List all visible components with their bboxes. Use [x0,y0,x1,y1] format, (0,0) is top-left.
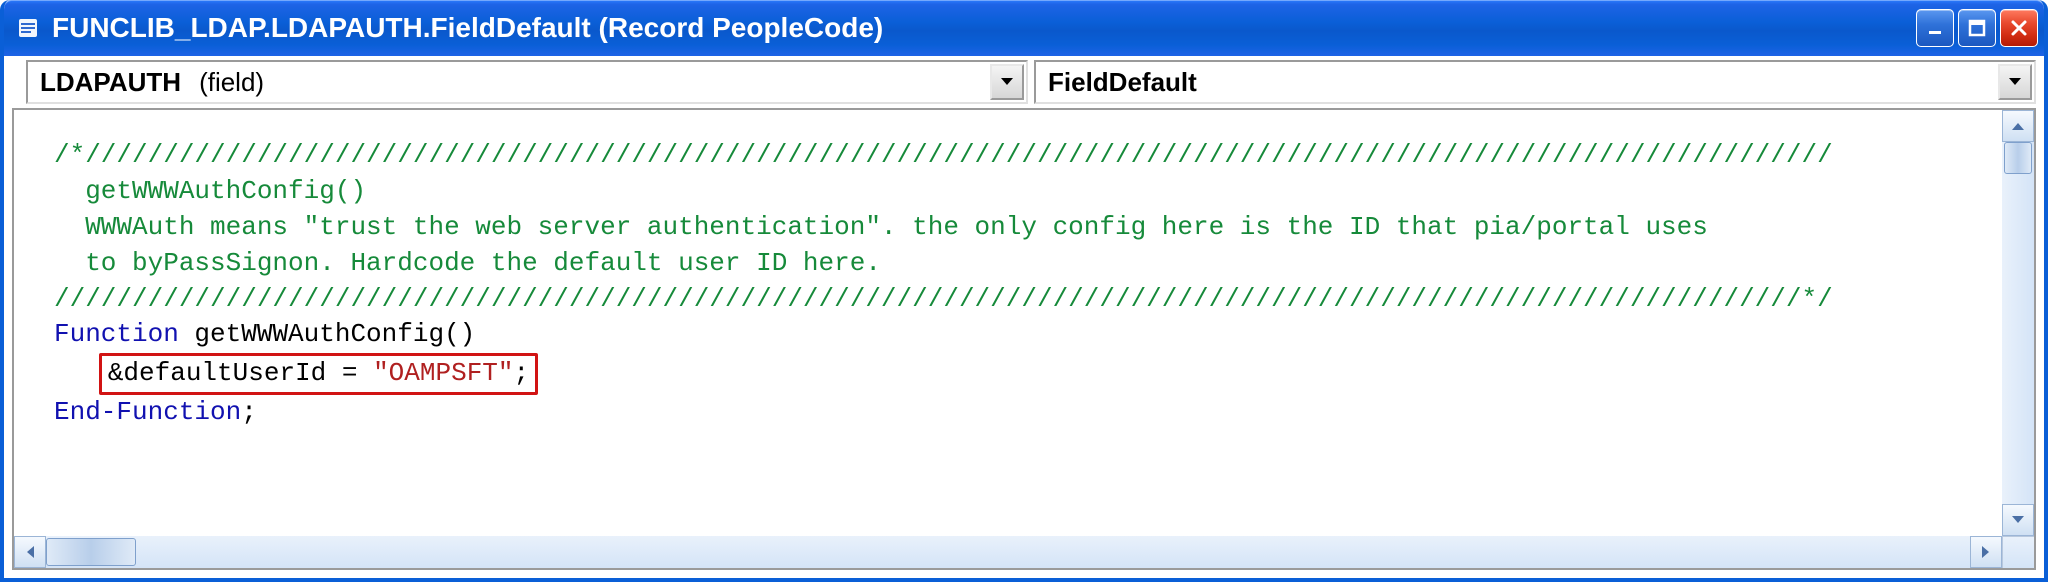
code-area[interactable]: /*//////////////////////////////////////… [14,110,2002,536]
titlebar[interactable]: FUNCLIB_LDAP.LDAPAUTH.FieldDefault (Reco… [4,0,2044,56]
app-icon [14,14,42,42]
dropdown-row: LDAPAUTH (field) FieldDefault [4,56,2044,108]
field-dropdown-sub: (field) [199,67,264,98]
code-string: "OAMPSFT" [373,358,513,388]
vertical-scroll-thumb[interactable] [2004,142,2032,174]
code-comment: WWWAuth means "trust the web server auth… [54,212,1708,242]
chevron-down-icon [2011,515,2025,525]
window-buttons [1916,9,2038,47]
chevron-left-icon [25,545,35,559]
code-keyword: Function [54,319,179,349]
event-dropdown[interactable]: FieldDefault [1034,60,2036,104]
field-dropdown-value: LDAPAUTH [40,67,181,98]
close-button[interactable] [2000,9,2038,47]
chevron-up-icon [2011,121,2025,131]
code-identifier: getWWWAuthConfig() [179,319,475,349]
scrollbar-corner [2002,536,2034,568]
event-dropdown-value: FieldDefault [1048,67,1197,98]
field-dropdown-button[interactable] [990,64,1024,100]
vertical-scroll-track[interactable] [2002,142,2034,504]
code-comment: getWWWAuthConfig() [54,176,366,206]
horizontal-scroll-thumb[interactable] [46,538,136,566]
horizontal-scrollbar[interactable] [14,536,2002,568]
event-dropdown-button[interactable] [1998,64,2032,100]
code-comment: to byPassSignon. Hardcode the default us… [54,248,881,278]
horizontal-scroll-track[interactable] [46,536,1970,568]
code-comment: /*//////////////////////////////////////… [54,140,1833,170]
code-operator: = [342,358,373,388]
chevron-down-icon [2008,77,2022,87]
scroll-up-button[interactable] [2002,110,2034,142]
scroll-left-button[interactable] [14,536,46,568]
window-title: FUNCLIB_LDAP.LDAPAUTH.FieldDefault (Reco… [52,12,1916,44]
code-keyword: End-Function [54,397,241,427]
code-semicolon: ; [514,358,530,388]
vertical-scrollbar[interactable] [2002,110,2034,536]
scroll-right-button[interactable] [1970,536,2002,568]
code-editor-window: FUNCLIB_LDAP.LDAPAUTH.FieldDefault (Reco… [0,0,2048,582]
code-comment: ////////////////////////////////////////… [54,284,1833,314]
highlight-box: &defaultUserId = "OAMPSFT"; [99,353,538,395]
chevron-right-icon [1981,545,1991,559]
code-variable: &defaultUserId [108,358,342,388]
minimize-button[interactable] [1916,9,1954,47]
chevron-down-icon [1000,77,1014,87]
code-semicolon: ; [241,397,257,427]
field-dropdown[interactable]: LDAPAUTH (field) [26,60,1028,104]
scroll-down-button[interactable] [2002,504,2034,536]
code-editor: /*//////////////////////////////////////… [12,108,2036,570]
maximize-button[interactable] [1958,9,1996,47]
